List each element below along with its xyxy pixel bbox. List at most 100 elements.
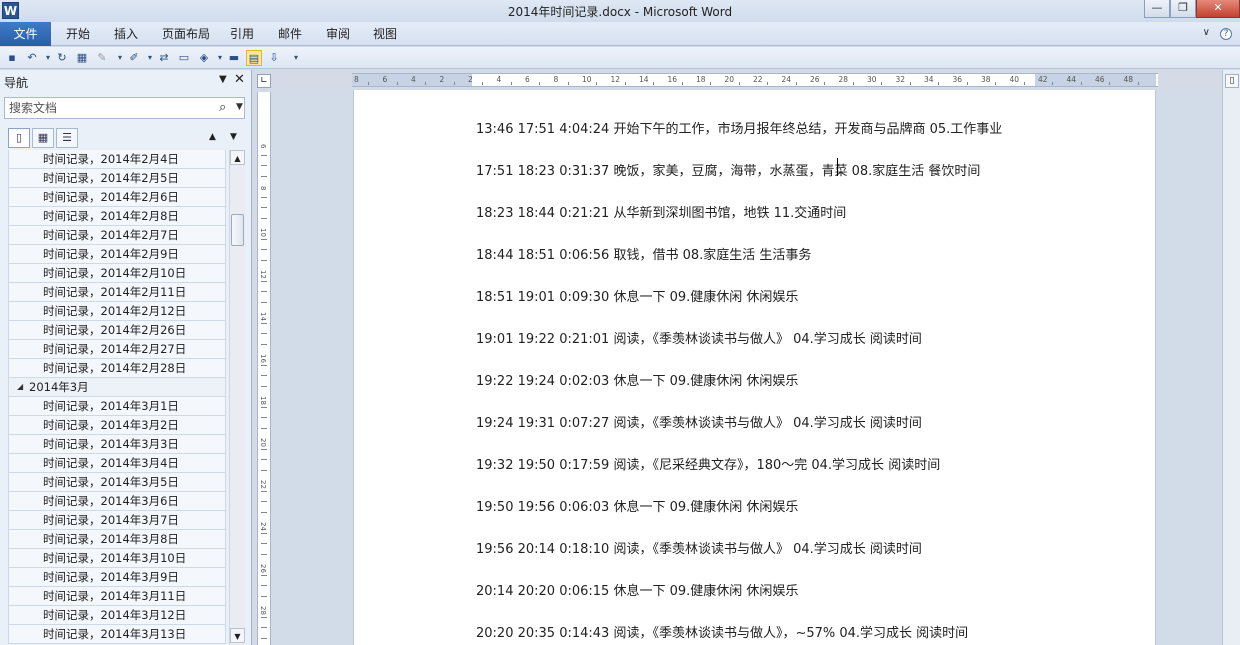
table-icon[interactable]: ▦ [74,50,90,66]
tab-page-layout[interactable]: 页面布局 [158,25,214,45]
ruler-number: 40 [1009,75,1020,84]
nav-scrollbar[interactable]: ▲ ▼ [229,150,245,645]
tab-references[interactable]: 引用 [226,25,258,45]
heading-item[interactable]: 时间记录，2014年2月7日 [8,226,226,245]
heading-item[interactable]: 时间记录，2014年2月8日 [8,207,226,226]
document-line[interactable]: 20:14 20:20 0:06:15 休息一下 09.健康休闲 休闲娱乐 [476,580,798,599]
ruler-tick [261,417,267,418]
heading-item[interactable]: 时间记录，2014年2月9日 [8,245,226,264]
tab-view[interactable]: 视图 [369,25,401,45]
undo-icon[interactable]: ↶ [24,50,40,66]
heading-item[interactable]: 时间记录，2014年3月8日 [8,530,226,549]
document-line[interactable]: 17:51 18:23 0:31:37 晚饭，家美，豆腐，海带，水蒸蛋，青菜 0… [476,160,980,179]
tab-home[interactable]: 开始 [62,25,94,45]
document-line[interactable]: 18:51 19:01 0:09:30 休息一下 09.健康休闲 休闲娱乐 [476,286,798,305]
document-area[interactable]: 13:46 17:51 4:04:24 开始下午的工作，市场月报年终总结，开发商… [272,90,1222,645]
document-page[interactable]: 13:46 17:51 4:04:24 开始下午的工作，市场月报年终总结，开发商… [353,90,1156,645]
heading-item[interactable]: 时间记录，2014年2月5日 [8,169,226,188]
tab-stop-selector[interactable]: ∟ [257,74,271,88]
minimize-button[interactable]: — [1144,0,1170,18]
vertical-ruler[interactable]: 6 8 10 12 14 16 18 20 22 24 26 28 [257,92,271,645]
highlight-icon[interactable]: ✐ [126,50,142,66]
document-line[interactable]: 19:01 19:22 0:21:01 阅读，《季羡林谈读书与做人》 04.学习… [476,328,922,347]
scroll-down-icon[interactable]: ▼ [230,628,245,643]
save-icon[interactable]: ▪ [4,50,20,66]
heading-item[interactable]: 时间记录，2014年3月13日 [8,625,226,644]
heading-item[interactable]: 时间记录，2014年3月9日 [8,568,226,587]
document-line[interactable]: 18:23 18:44 0:21:21 从华新到深圳图书馆，地铁 11.交通时间 [476,202,846,221]
document-line[interactable]: 19:56 20:14 0:18:10 阅读，《季羡林谈读书与做人》 04.学习… [476,538,922,557]
search-icon[interactable]: ⌕ [219,100,226,115]
document-line[interactable]: 20:20 20:35 0:14:43 阅读，《季羡林谈读书与做人》，~57% … [476,622,968,641]
headings-view-icon[interactable]: ▯ [8,128,30,148]
tab-mailings[interactable]: 邮件 [274,25,306,45]
previous-heading-icon[interactable]: ▲ [209,132,216,142]
ruler-tick [653,82,654,85]
view-ruler-icon[interactable]: ▯ [1225,74,1239,88]
web-layout-icon[interactable]: ⇩ [266,50,282,66]
format-painter-icon[interactable]: ✎ [94,50,110,66]
scroll-up-icon[interactable]: ▲ [230,150,245,165]
heading-item[interactable]: 时间记录，2014年2月11日 [8,283,226,302]
heading-item[interactable]: 时间记录，2014年2月27日 [8,340,226,359]
heading-item[interactable]: 时间记录，2014年3月10日 [8,549,226,568]
ruler-tick [681,82,683,85]
ruler-tick [261,469,267,471]
heading-item[interactable]: 时间记录，2014年3月6日 [8,492,226,511]
next-heading-icon[interactable]: ▼ [230,132,237,142]
heading-item[interactable]: 时间记录，2014年3月11日 [8,587,226,606]
heading-item[interactable]: 时间记录，2014年2月12日 [8,302,226,321]
heading-item[interactable]: 时间记录，2014年2月6日 [8,188,226,207]
nav-close-icon[interactable]: ✕ [234,72,245,87]
heading-item[interactable]: 时间记录，2014年3月5日 [8,473,226,492]
search-input[interactable] [9,100,209,116]
tab-review[interactable]: 审阅 [322,25,354,45]
heading-item[interactable]: 时间记录，2014年3月2日 [8,416,226,435]
heading-item[interactable]: 时间记录，2014年3月3日 [8,435,226,454]
collapse-triangle-icon[interactable]: ◢ [17,378,23,396]
document-line[interactable]: 18:44 18:51 0:06:56 取钱，借书 08.家庭生活 生活事务 [476,244,811,263]
print-layout-icon[interactable]: ▤ [246,50,262,66]
heading-item[interactable]: 时间记录，2014年2月4日 [8,150,226,169]
nav-options-icon[interactable]: ▼ [219,74,227,85]
search-box[interactable]: ⌕ ▼ [4,97,245,119]
restore-button[interactable]: ❐ [1170,0,1196,18]
heading-item[interactable]: 时间记录，2014年2月26日 [8,321,226,340]
document-line[interactable]: 19:32 19:50 0:17:59 阅读，《尼采经典文存》，180～完 04… [476,454,940,473]
heading-item-label: 2014年3月 [29,380,89,394]
find-replace-icon[interactable]: ⇄ [156,50,172,66]
heading-item-month[interactable]: ◢ 2014年3月 [8,378,226,397]
document-line[interactable]: 19:22 19:24 0:02:03 休息一下 09.健康休闲 休闲娱乐 [476,370,798,389]
tab-file[interactable]: 文件 [0,22,51,46]
ribbon-collapse-icon[interactable]: ∨ [1203,27,1210,38]
results-view-icon[interactable]: ☰ [56,128,78,148]
help-icon[interactable]: ? [1220,28,1232,40]
redo-icon[interactable]: ↻ [54,50,70,66]
horizontal-ruler[interactable]: 8 6 4 2 2 4 6 8 10 12 14 16 18 20 22 24 26 28 30 32 34 36 38 40… [352,73,1158,87]
heading-item[interactable]: 时间记录，2014年3月12日 [8,606,226,625]
tab-insert[interactable]: 插入 [110,25,142,45]
document-line[interactable]: 19:24 19:31 0:07:27 阅读，《季羡林谈读书与做人》 04.学习… [476,412,922,431]
ruler-tick [938,82,939,85]
ruler-tick [261,249,267,250]
shape-icon[interactable]: ◈ [196,50,212,66]
line-icon[interactable]: ▬ [226,50,242,66]
ruler-number: 26 [810,75,820,84]
scrollbar-thumb[interactable] [231,214,244,246]
heading-item[interactable]: 时间记录，2014年3月1日 [8,397,226,416]
heading-item[interactable]: 时间记录，2014年3月4日 [8,454,226,473]
close-button[interactable]: ✕ [1196,0,1240,18]
pages-view-icon[interactable]: ▦ [32,128,54,148]
customize-toolbar-icon[interactable]: ▾ [288,50,304,66]
heading-item[interactable]: 时间记录，2014年2月28日 [8,359,226,378]
ruler-tick [261,459,267,460]
insert-field-icon[interactable]: ▭ [176,50,192,66]
ruler-number: 8 [354,75,359,84]
document-line[interactable]: 19:50 19:56 0:06:03 休息一下 09.健康休闲 休闲娱乐 [476,496,798,515]
document-line[interactable]: 13:46 17:51 4:04:24 开始下午的工作，市场月报年终总结，开发商… [476,118,1002,137]
ruler-tick [624,82,626,85]
heading-item[interactable]: 时间记录，2014年3月7日 [8,511,226,530]
ruler-tick [710,82,711,85]
search-dropdown-icon[interactable]: ▼ [236,102,243,112]
heading-item[interactable]: 时间记录，2014年2月10日 [8,264,226,283]
